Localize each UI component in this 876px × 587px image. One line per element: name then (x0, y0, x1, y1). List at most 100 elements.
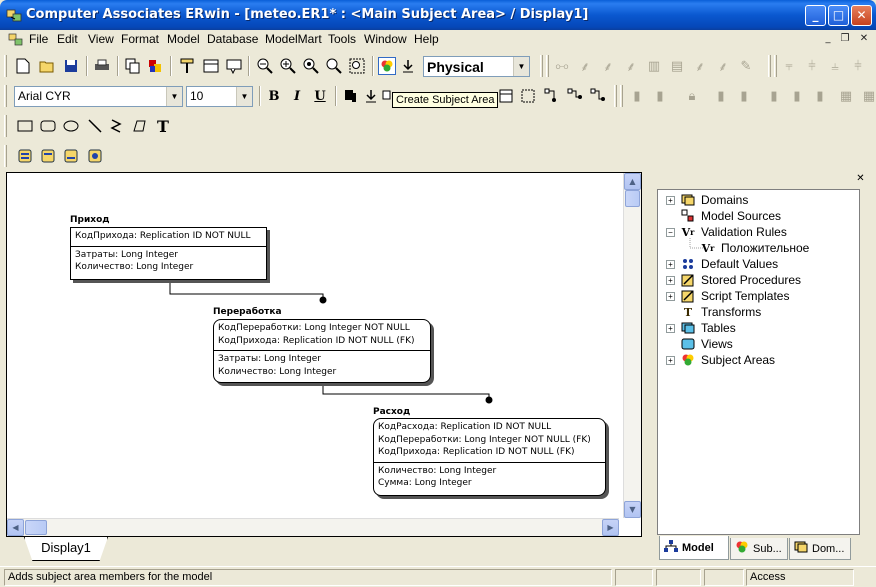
entity-pererabotka[interactable]: КодПереработки: Long Integer NOT NULL Ко… (213, 319, 431, 383)
panel-tab-subject[interactable]: Sub... (730, 538, 788, 560)
collapse-icon[interactable]: − (666, 227, 675, 237)
italic-button[interactable]: I (288, 87, 306, 105)
font-name-select[interactable]: Arial CYR ▼ (14, 86, 183, 107)
zoom-in-icon[interactable] (279, 57, 297, 75)
bold-button[interactable]: B (265, 87, 283, 105)
scroll-left-button[interactable]: ◀ (7, 519, 24, 536)
tab-display1[interactable]: Display1 (24, 537, 108, 561)
tree-item-validation-rules[interactable]: − Vr Validation Rules (666, 224, 787, 240)
underline-button[interactable]: U (311, 87, 329, 105)
toolbar-grip[interactable] (4, 55, 7, 77)
tree-item-script-templates[interactable]: + Script Templates (666, 288, 789, 304)
polygon-icon[interactable] (131, 117, 149, 135)
validation-rules-icon: Vr (681, 225, 695, 239)
view-mode-select[interactable]: Physical ▼ (423, 56, 530, 77)
open-icon[interactable] (38, 57, 56, 75)
line-icon[interactable] (86, 117, 104, 135)
expand-icon[interactable]: + (666, 323, 675, 333)
expand-icon[interactable]: + (666, 259, 675, 269)
close-button[interactable]: ✕ (851, 5, 872, 26)
panel-tab-domain[interactable]: Dom... (789, 538, 851, 560)
diagram-canvas[interactable]: Приход КодПрихода: Replication ID NOT NU… (7, 173, 619, 518)
print-icon[interactable] (93, 57, 111, 75)
expand-icon[interactable]: + (666, 195, 675, 205)
menu-database[interactable]: Database (207, 32, 258, 46)
horizontal-scroll-thumb[interactable] (25, 520, 47, 535)
document-icon[interactable] (8, 32, 24, 47)
copy-icon[interactable] (124, 57, 142, 75)
polyline-icon[interactable] (108, 117, 126, 135)
tree-item-subject-areas[interactable]: + Subject Areas (666, 352, 775, 368)
maximize-button[interactable]: □ (828, 5, 849, 26)
expand-icon[interactable]: + (666, 291, 675, 301)
align-bottom-icon: ⫨ (831, 58, 839, 74)
menu-tools[interactable]: Tools (328, 32, 356, 46)
scroll-right-button[interactable]: ▶ (602, 519, 619, 536)
scroll-up-button[interactable]: ▲ (624, 173, 641, 190)
menu-view[interactable]: View (88, 32, 114, 46)
vertical-scroll-thumb[interactable] (625, 190, 640, 207)
mart-icon-3[interactable] (62, 147, 80, 165)
zoom-window-icon[interactable] (348, 57, 366, 75)
expand-icon[interactable]: + (666, 355, 675, 365)
tree-item-model-sources[interactable]: Model Sources (680, 208, 781, 224)
zoom-actual-icon[interactable] (325, 57, 343, 75)
tree-item-validation-rule[interactable]: Vr Положительное (700, 240, 810, 256)
entity-box-icon[interactable] (497, 87, 515, 105)
expand-icon[interactable]: + (666, 275, 675, 285)
mart-icon-1[interactable] (16, 147, 34, 165)
chevron-down-icon[interactable]: ▼ (236, 87, 252, 106)
menu-format[interactable]: Format (121, 32, 159, 46)
status-bar: Adds subject area members for the model … (0, 566, 876, 587)
tree-item-domains[interactable]: + Domains (666, 192, 748, 208)
format-painter-icon[interactable] (178, 57, 196, 75)
erwin-app-icon[interactable] (6, 7, 22, 23)
mdi-close-button[interactable]: ✕ (856, 32, 872, 46)
zoom-out-icon[interactable] (256, 57, 274, 75)
entity-prihod[interactable]: КодПрихода: Replication ID NOT NULL Затр… (70, 227, 267, 280)
text-color-icon[interactable] (341, 87, 359, 105)
subject-area-icon[interactable] (378, 57, 396, 75)
connector-step-icon[interactable] (589, 87, 607, 105)
scroll-down-button[interactable]: ▼ (624, 501, 641, 518)
mart-icon-2[interactable] (39, 147, 57, 165)
new-icon[interactable] (14, 57, 32, 75)
panel-tab-model[interactable]: Model (659, 536, 729, 560)
menu-edit[interactable]: Edit (57, 32, 78, 46)
color-icon[interactable] (146, 57, 164, 75)
text-tool-button[interactable]: T (154, 117, 172, 136)
font-size-select[interactable]: 10 ▼ (186, 86, 253, 107)
download-icon[interactable] (399, 57, 417, 75)
horizontal-scrollbar[interactable]: ◀ ▶ (7, 518, 619, 536)
menu-file[interactable]: File (29, 32, 48, 46)
select-box-icon[interactable] (519, 87, 537, 105)
minimize-button[interactable]: _ (805, 5, 826, 26)
chevron-down-icon[interactable]: ▼ (166, 87, 182, 106)
zoom-fit-icon[interactable] (302, 57, 320, 75)
tree-item-views[interactable]: Views (680, 336, 733, 352)
vertical-scrollbar[interactable]: ▲ ▼ (623, 173, 641, 518)
columns-icon: ▥ (647, 58, 661, 74)
ellipse-icon[interactable] (62, 117, 80, 135)
mart-icon-4[interactable] (86, 147, 104, 165)
tree-item-stored-procedures[interactable]: + Stored Procedures (666, 272, 801, 288)
menu-model[interactable]: Model (167, 32, 200, 46)
entity-rashod[interactable]: КодРасхода: Replication ID NOT NULL КодП… (373, 418, 606, 496)
tree-item-transforms[interactable]: T Transforms (680, 304, 761, 320)
save-icon[interactable] (62, 57, 80, 75)
note-icon[interactable] (225, 57, 243, 75)
chevron-down-icon[interactable]: ▼ (513, 57, 529, 76)
tree-item-default-values[interactable]: + Default Values (666, 256, 778, 272)
menu-help[interactable]: Help (414, 32, 439, 46)
rounded-rectangle-icon[interactable] (39, 117, 57, 135)
mdi-minimize-button[interactable]: _ (820, 32, 836, 46)
mdi-restore-button[interactable]: ❐ (837, 32, 853, 46)
tree-item-tables[interactable]: + Tables (666, 320, 736, 336)
rectangle-icon[interactable] (16, 117, 34, 135)
menu-window[interactable]: Window (364, 32, 407, 46)
panel-close-button[interactable]: ✕ (855, 174, 866, 185)
menu-modelmart[interactable]: ModelMart (265, 32, 322, 46)
connector-icon[interactable] (543, 87, 561, 105)
entity-display-icon[interactable] (202, 57, 220, 75)
connector-alt-icon[interactable] (566, 87, 584, 105)
